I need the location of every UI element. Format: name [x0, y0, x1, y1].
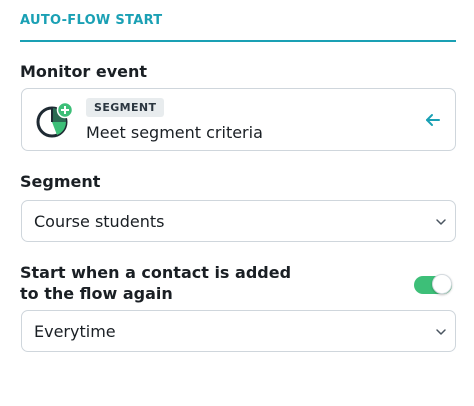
auto-flow-start-panel: AUTO-FLOW START Monitor event SEGMENT Me… — [0, 0, 474, 406]
restart-frequency-select[interactable]: Everytime — [21, 310, 456, 352]
chevron-down-icon — [436, 329, 446, 335]
panel-tab-title[interactable]: AUTO-FLOW START — [20, 13, 162, 28]
arrow-left-icon[interactable] — [425, 112, 441, 128]
restart-label: Start when a contact is added to the flo… — [20, 262, 291, 304]
segment-label: Segment — [20, 172, 101, 191]
restart-label-line2: to the flow again — [20, 284, 173, 303]
restart-frequency-value: Everytime — [34, 322, 116, 341]
restart-label-line1: Start when a contact is added — [20, 263, 292, 282]
monitor-event-description: Meet segment criteria — [86, 123, 263, 142]
tab-underline — [20, 40, 456, 42]
toggle-knob — [432, 274, 452, 294]
monitor-event-label: Monitor event — [20, 62, 148, 81]
chevron-down-icon — [436, 219, 446, 225]
segment-pie-plus-icon — [36, 101, 73, 138]
segment-tag: SEGMENT — [86, 98, 165, 117]
segment-select[interactable]: Course students — [21, 200, 456, 242]
restart-toggle[interactable] — [414, 274, 452, 294]
monitor-event-card[interactable]: SEGMENT Meet segment criteria — [21, 88, 456, 151]
segment-select-value: Course students — [34, 212, 165, 231]
